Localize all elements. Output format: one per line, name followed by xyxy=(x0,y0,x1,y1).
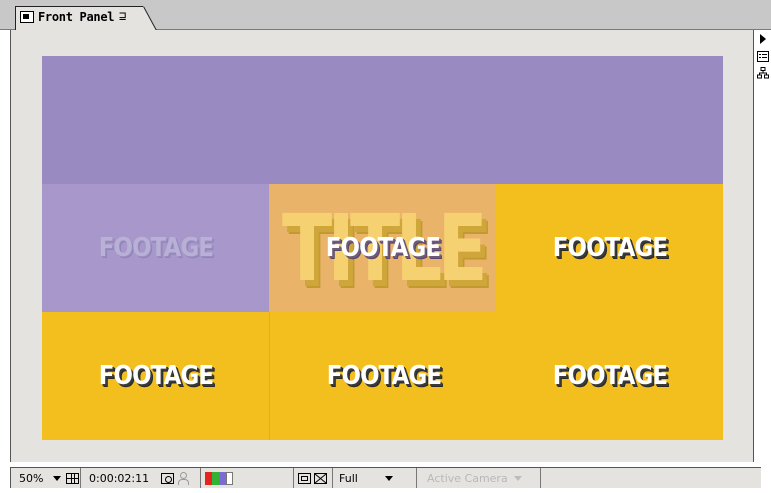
footage-label: FOOTAGE xyxy=(98,361,213,391)
safe-zones-icon[interactable] xyxy=(66,472,80,484)
composition-viewer[interactable]: FOOTAGE TITLE FOOTAGE FOOTAGE FOOTAGE FO… xyxy=(42,56,723,440)
channels-toggle[interactable] xyxy=(201,468,293,488)
camera-menu[interactable]: Active Camera xyxy=(417,468,541,488)
footage-label: FOOTAGE xyxy=(326,361,441,391)
footage-cell-ghost: FOOTAGE xyxy=(42,184,269,312)
camera-value: Active Camera xyxy=(427,471,508,485)
footage-label: FOOTAGE xyxy=(552,361,667,391)
footage-cell: FOOTAGE xyxy=(269,312,497,440)
footage-cell: FOOTAGE xyxy=(496,312,723,440)
footage-label: FOOTAGE xyxy=(552,233,667,263)
footage-label: FOOTAGE xyxy=(98,233,213,263)
magnification-menu[interactable]: 50% xyxy=(11,468,81,488)
title-cell: TITLE FOOTAGE xyxy=(269,184,496,312)
list-view-icon[interactable] xyxy=(757,51,769,62)
red-channel-icon xyxy=(205,471,212,485)
tab-front-panel[interactable]: Front Panel ⊒ xyxy=(15,6,157,31)
chevron-down-icon xyxy=(513,475,522,481)
tab-edge xyxy=(143,6,157,31)
footage-label: FOOTAGE xyxy=(325,233,440,263)
green-channel-icon xyxy=(212,471,219,485)
viewer-options xyxy=(293,468,333,488)
region-of-interest-icon[interactable] xyxy=(298,472,311,484)
snapshot-icon[interactable] xyxy=(161,472,175,484)
panel-tab-strip: Front Panel ⊒ xyxy=(0,0,771,31)
resolution-menu[interactable]: Full xyxy=(333,468,417,488)
blue-channel-icon xyxy=(219,471,226,485)
show-snapshot-icon[interactable] xyxy=(178,471,190,485)
magnification-value: 50% xyxy=(19,471,44,485)
timecode-display[interactable]: 0:00:02:11 xyxy=(81,468,201,488)
transparency-grid-icon[interactable] xyxy=(314,472,327,484)
tab-menu-icon[interactable]: ⊒ xyxy=(119,9,126,23)
tab-label: Front Panel xyxy=(38,10,115,24)
chevron-down-icon xyxy=(384,475,393,481)
footage-cell: FOOTAGE xyxy=(496,184,723,312)
chevron-down-icon xyxy=(53,475,62,481)
alpha-channel-icon xyxy=(226,471,233,485)
current-time: 0:00:02:11 xyxy=(89,471,150,485)
flowchart-icon[interactable] xyxy=(756,67,770,79)
composition-icon xyxy=(20,11,34,23)
resolution-value: Full xyxy=(339,471,358,485)
footage-cell: FOOTAGE xyxy=(42,312,269,440)
flyout-arrow-icon[interactable] xyxy=(756,33,770,45)
viewer-toolbar: 50% 0:00:02:11 Full Active Camera xyxy=(10,467,761,488)
panel-side-rail xyxy=(753,30,771,462)
